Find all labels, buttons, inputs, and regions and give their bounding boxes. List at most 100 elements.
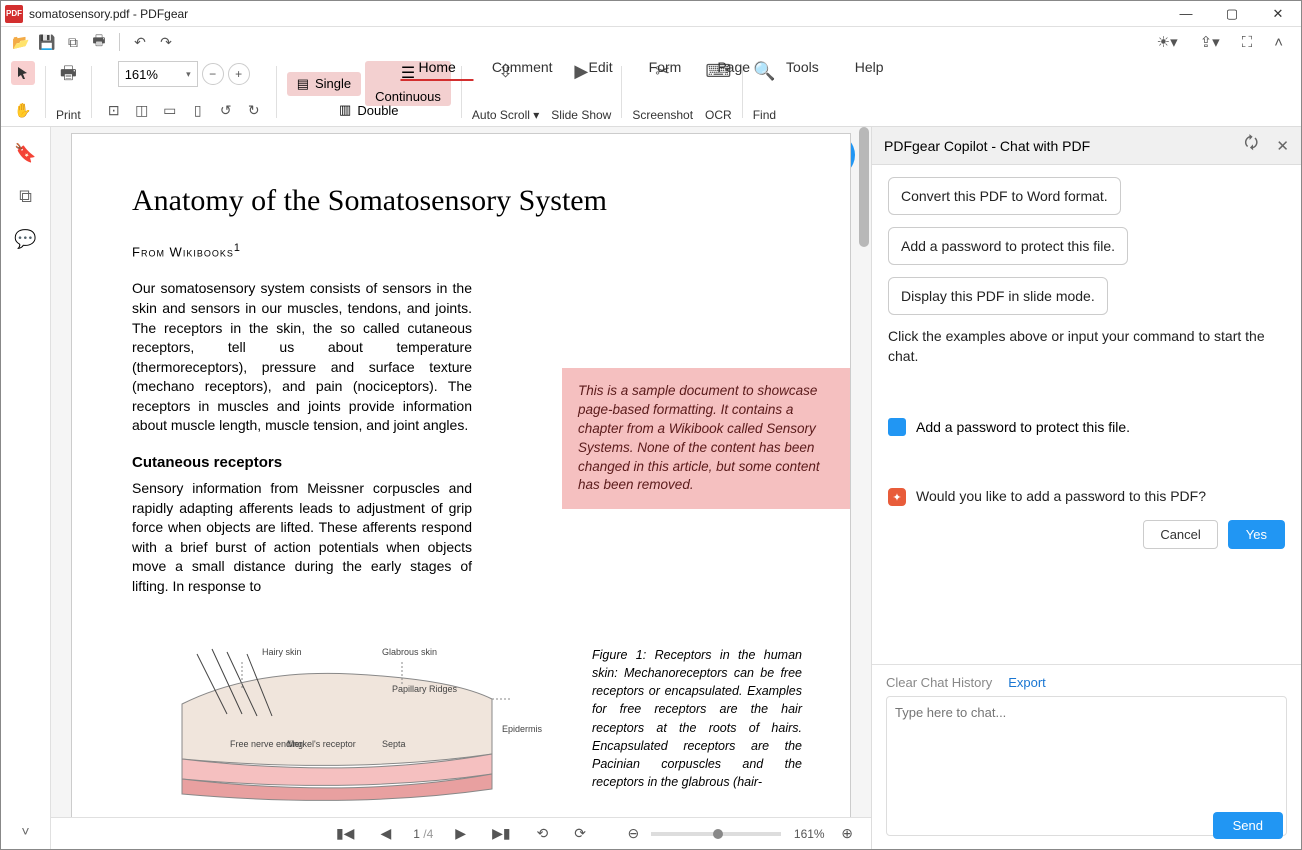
save-as-icon[interactable]: ⧉ (61, 31, 85, 53)
open-icon[interactable]: 📂 (9, 31, 33, 53)
quick-access-bar: 📂 💾 ⧉ 🖶 ↶ ↷ (1, 27, 186, 57)
menu-row: 📂 💾 ⧉ 🖶 ↶ ↷ Home Comment Edit Form Page … (1, 27, 1301, 57)
actual-size-icon[interactable]: ⊡ (102, 98, 126, 122)
main-area: 🔖 ⧉ 💬 ˅ Anatomy of the Somatosensory Sys… (1, 127, 1301, 849)
zoom-input[interactable]: 161% ▾ (118, 61, 198, 87)
bookmark-icon[interactable]: 🔖 (14, 143, 36, 164)
zoom-value: 161% (125, 67, 158, 82)
copilot-refresh-icon[interactable]: 🗘 (1244, 132, 1258, 159)
copilot-body: Convert this PDF to Word format. Add a p… (872, 165, 1301, 664)
assistant-message-text: Would you like to add a password to this… (916, 488, 1285, 504)
comments-icon[interactable]: 💬 (14, 229, 36, 250)
page-number[interactable]: 1 /4 (413, 827, 433, 841)
expand-sidebar-icon[interactable]: ˅ (21, 823, 29, 839)
callout-box: This is a sample document to showcase pa… (562, 368, 850, 509)
menu-comment[interactable]: Comment (474, 55, 571, 81)
page-title: Anatomy of the Somatosensory System (132, 184, 790, 218)
share-icon[interactable]: ⇪▾ (1194, 31, 1226, 53)
user-message-row: Add a password to protect this file. (888, 418, 1285, 436)
paragraph-2: Sensory information from Meissner corpus… (132, 479, 472, 597)
zoom-footer-label: 161% (789, 827, 829, 841)
single-page-icon: ▤ (297, 76, 309, 92)
section-title: Cutaneous receptors (132, 454, 472, 471)
rotate-left-icon[interactable]: ↺ (214, 98, 238, 122)
yes-button[interactable]: Yes (1228, 520, 1285, 549)
double-page-icon: ▥ (339, 102, 351, 118)
single-page-button[interactable]: ▤ Single (287, 72, 361, 96)
back-view-icon[interactable]: ⟲ (533, 823, 553, 844)
zoom-dropdown-icon[interactable]: ▾ (186, 69, 191, 80)
assistant-avatar-icon: ✦ (888, 488, 906, 506)
document-scroll[interactable]: Anatomy of the Somatosensory System From… (51, 127, 871, 817)
copilot-close-icon[interactable]: ✕ (1276, 137, 1289, 155)
menu-edit[interactable]: Edit (571, 55, 631, 81)
app-icon: PDF (5, 5, 23, 23)
first-page-icon[interactable]: ▮◀ (332, 823, 358, 844)
prev-page-icon[interactable]: ◀ (376, 823, 395, 844)
redo-icon[interactable]: ↷ (154, 31, 178, 53)
minimize-button[interactable]: — (1163, 1, 1209, 27)
clear-history-link[interactable]: Clear Chat History (886, 675, 992, 690)
close-button[interactable]: ✕ (1255, 1, 1301, 27)
fit-page-icon[interactable]: ◫ (130, 98, 154, 122)
zoom-in-icon[interactable]: + (228, 63, 250, 85)
copilot-hint: Click the examples above or input your c… (888, 327, 1285, 366)
document-footer: ▮◀ ◀ 1 /4 ▶ ▶▮ ⟲ ⟳ ⊖ 161% ⊕ (51, 817, 871, 849)
zoom-in-footer-icon[interactable]: ⊕ (837, 823, 857, 844)
next-page-icon[interactable]: ▶ (451, 823, 470, 844)
zoom-out-icon[interactable]: − (202, 63, 224, 85)
menu-right-controls: ☀▾ ⇪▾ ⛶ ˄ (1151, 31, 1301, 53)
fit-visible-icon[interactable]: ▯ (186, 98, 210, 122)
export-link[interactable]: Export (1008, 675, 1046, 690)
menu-tools[interactable]: Tools (768, 55, 837, 81)
menu-home[interactable]: Home (400, 55, 473, 81)
skin-diagram: Hairy skin Glabrous skin Papillary Ridge… (152, 644, 512, 814)
copilot-panel: PDFgear Copilot - Chat with PDF 🗘 ✕ Conv… (871, 127, 1301, 849)
maximize-button[interactable]: ▢ (1209, 1, 1255, 27)
rotate-right-icon[interactable]: ↻ (242, 98, 266, 122)
pdf-page: Anatomy of the Somatosensory System From… (71, 133, 851, 817)
copilot-title: PDFgear Copilot - Chat with PDF (884, 138, 1090, 154)
label-papillary: Papillary Ridges (392, 684, 457, 694)
user-avatar-icon (888, 418, 906, 436)
print-group[interactable]: 🖶 Print (50, 57, 87, 126)
menu-bar: Home Comment Edit Form Page Tools Help (400, 55, 901, 81)
label-epidermis: Epidermis (502, 724, 542, 734)
suggestion-convert[interactable]: Convert this PDF to Word format. (888, 177, 1121, 215)
label-merkels: Merkel's receptor (287, 739, 356, 749)
zoom-slider[interactable] (651, 832, 781, 836)
left-sidebar: 🔖 ⧉ 💬 ˅ (1, 127, 51, 849)
print-icon: 🖶 (60, 61, 77, 91)
window-title: somatosensory.pdf - PDFgear (29, 7, 188, 21)
menu-form[interactable]: Form (631, 55, 700, 81)
thumbnails-icon[interactable]: ⧉ (19, 186, 32, 207)
hand-tool-icon[interactable]: ✋ (11, 98, 35, 122)
document-area: Anatomy of the Somatosensory System From… (51, 127, 871, 849)
copilot-footer: Clear Chat History Export Send (872, 664, 1301, 849)
zoom-footer: ⊖ 161% ⊕ (624, 823, 857, 844)
select-tool-icon[interactable] (11, 61, 35, 85)
print-label: Print (56, 108, 81, 122)
cancel-button[interactable]: Cancel (1143, 520, 1217, 549)
menu-help[interactable]: Help (837, 55, 902, 81)
suggestion-password[interactable]: Add a password to protect this file. (888, 227, 1128, 265)
undo-icon[interactable]: ↶ (128, 31, 152, 53)
fullscreen-icon[interactable]: ⛶ (1236, 32, 1259, 53)
suggestion-slide[interactable]: Display this PDF in slide mode. (888, 277, 1108, 315)
vertical-scrollbar[interactable] (859, 127, 869, 247)
copilot-header: PDFgear Copilot - Chat with PDF 🗘 ✕ (872, 127, 1301, 165)
forward-view-icon[interactable]: ⟳ (570, 823, 590, 844)
label-glabrous: Glabrous skin (382, 647, 437, 657)
figure-caption: Figure 1: Receptors in the human skin: M… (592, 646, 802, 791)
theme-icon[interactable]: ☀▾ (1151, 31, 1184, 53)
fit-width-icon[interactable]: ▭ (158, 98, 182, 122)
save-icon[interactable]: 💾 (35, 31, 59, 53)
menu-page[interactable]: Page (699, 55, 768, 81)
label-septa: Septa (382, 739, 406, 749)
print-quick-icon[interactable]: 🖶 (87, 31, 111, 53)
last-page-icon[interactable]: ▶▮ (488, 823, 514, 844)
double-page-button[interactable]: ▥ Double (329, 98, 409, 122)
zoom-out-footer-icon[interactable]: ⊖ (624, 823, 644, 844)
collapse-ribbon-icon[interactable]: ˄ (1268, 32, 1289, 53)
send-button[interactable]: Send (1213, 812, 1283, 839)
